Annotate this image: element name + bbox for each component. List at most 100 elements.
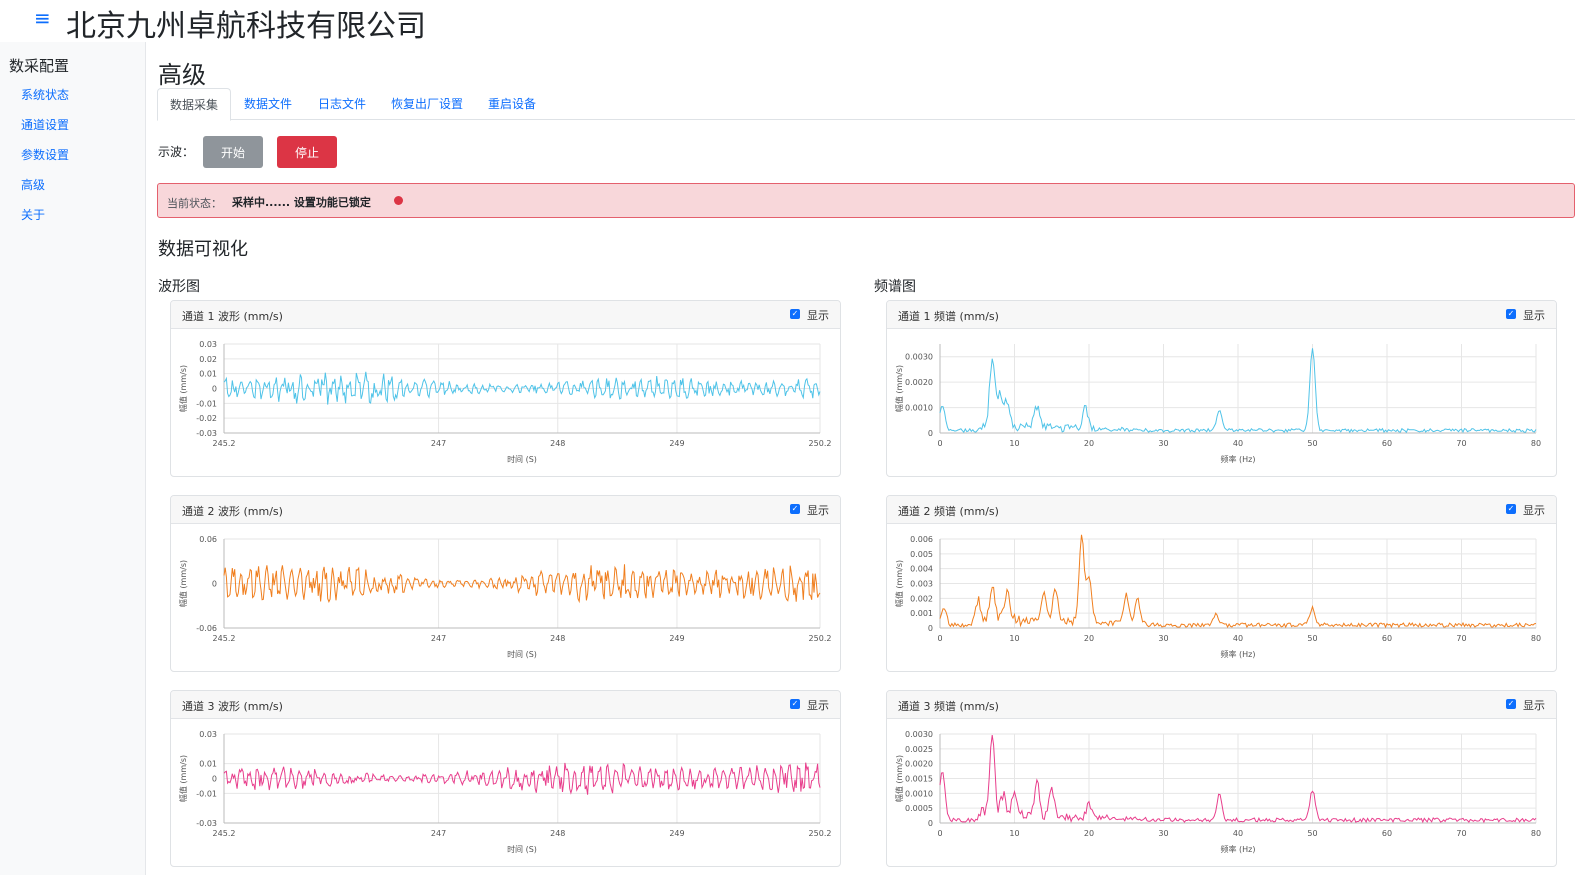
y-axis-label: 幅值 (mm/s) xyxy=(894,755,904,802)
x-tick-label: 0 xyxy=(937,634,942,643)
y-tick-label: 0.0010 xyxy=(905,789,933,798)
x-tick-label: 50 xyxy=(1307,439,1317,448)
card-header: 通道 2 波形 (mm/s) ✓ 显示 xyxy=(171,496,840,524)
show-label: 显示 xyxy=(1523,504,1545,517)
sidebar-item-channel-settings[interactable]: 通道设置 xyxy=(21,116,69,133)
x-tick-label: 30 xyxy=(1158,829,1168,838)
spectrum-chart-ch2: 0.006 0.005 0.004 0.003 0.002 0.001 00 10 20 30 40… xyxy=(894,534,1541,659)
sidebar-item-about[interactable]: 关于 xyxy=(21,206,45,223)
x-tick-label: 40 xyxy=(1233,634,1243,643)
x-tick-label: 249 xyxy=(669,439,684,448)
spectrum-column-title: 频谱图 xyxy=(874,279,916,295)
tab-data-files[interactable]: 数据文件 xyxy=(232,88,304,120)
sidebar-item-advanced[interactable]: 高级 xyxy=(21,176,45,193)
x-tick-label: 60 xyxy=(1382,439,1392,448)
tab-data-acquisition[interactable]: 数据采集 xyxy=(157,88,232,121)
y-tick-label: 0.001 xyxy=(910,609,933,618)
y-tick-label: 0 xyxy=(212,580,217,589)
tab-log-files[interactable]: 日志文件 xyxy=(306,88,378,120)
x-tick-label: 70 xyxy=(1456,829,1466,838)
start-button[interactable]: 开始 xyxy=(203,136,263,168)
x-tick-label: 40 xyxy=(1233,439,1243,448)
x-tick-label: 248 xyxy=(550,634,565,643)
waveform-card-ch3: 通道 3 波形 (mm/s) ✓ 显示 0.03 0.01 0 -0.01 -0.03 2… xyxy=(170,690,841,867)
card-header: 通道 3 波形 (mm/s) ✓ 显示 xyxy=(171,691,840,719)
x-axis-label: 频率 (Hz) xyxy=(1221,454,1256,464)
x-axis-label: 频率 (Hz) xyxy=(1221,844,1256,854)
x-tick-label: 248 xyxy=(550,829,565,838)
x-tick-label: 249 xyxy=(669,634,684,643)
show-checkbox[interactable]: ✓ xyxy=(1506,309,1516,319)
y-tick-label: 0.006 xyxy=(910,535,933,544)
show-checkbox[interactable]: ✓ xyxy=(1506,504,1516,514)
visualization-title: 数据可视化 xyxy=(158,239,248,260)
tab-reboot-device[interactable]: 重启设备 xyxy=(476,88,548,120)
y-axis-label: 幅值 (mm/s) xyxy=(894,560,904,607)
x-tick-label: 30 xyxy=(1158,439,1168,448)
show-label: 显示 xyxy=(807,699,829,712)
y-tick-label: 0.06 xyxy=(199,535,217,544)
card-header: 通道 1 频谱 (mm/s) ✓ 显示 xyxy=(887,301,1556,329)
y-tick-label: 0.0020 xyxy=(905,378,933,387)
y-tick-label: 0.03 xyxy=(199,730,217,739)
x-tick-label: 80 xyxy=(1531,829,1541,838)
y-tick-label: 0.0020 xyxy=(905,760,933,769)
y-tick-label: 0.0005 xyxy=(905,804,933,813)
chart-title: 通道 2 频谱 (mm/s) xyxy=(898,505,999,518)
scope-label: 示波： xyxy=(158,145,195,159)
card-header: 通道 2 频谱 (mm/s) ✓ 显示 xyxy=(887,496,1556,524)
x-tick-label: 247 xyxy=(431,439,446,448)
y-tick-label: 0.02 xyxy=(199,355,217,364)
x-tick-label: 10 xyxy=(1009,439,1019,448)
waveform-column-title: 波形图 xyxy=(158,279,200,295)
chart-title: 通道 1 频谱 (mm/s) xyxy=(898,310,999,323)
x-tick-label: 250.2 xyxy=(809,634,832,643)
y-tick-label: 0 xyxy=(928,819,933,828)
waveform-chart-ch1: 0.03 0.02 0.01 0 -0.01 -0.02 -0.03245.2 247 248 2… xyxy=(178,340,832,464)
x-tick-label: 10 xyxy=(1009,634,1019,643)
waveform-chart-ch2: 0.06 0 -0.06245.2 247 248 249 250.2 时间 (S) 幅值 (m… xyxy=(178,535,832,659)
show-checkbox[interactable]: ✓ xyxy=(1506,699,1516,709)
status-indicator-dot xyxy=(394,196,403,205)
chart-title: 通道 3 波形 (mm/s) xyxy=(182,700,283,713)
stop-button[interactable]: 停止 xyxy=(277,136,337,168)
y-tick-label: 0 xyxy=(212,775,217,784)
x-axis-label: 时间 (S) xyxy=(507,649,537,659)
show-label: 显示 xyxy=(807,309,829,322)
y-tick-label: 0 xyxy=(928,624,933,633)
sidebar-item-system-status[interactable]: 系统状态 xyxy=(21,86,69,103)
x-tick-label: 10 xyxy=(1009,829,1019,838)
sidebar: 数采配置 系统状态 通道设置 参数设置 高级 关于 xyxy=(0,42,146,875)
y-tick-label: -0.03 xyxy=(196,429,217,438)
y-tick-label: 0.01 xyxy=(199,760,217,769)
show-checkbox[interactable]: ✓ xyxy=(790,309,800,319)
y-axis-label: 幅值 (mm/s) xyxy=(178,560,188,607)
y-tick-label: 0.0030 xyxy=(905,353,933,362)
x-tick-label: 247 xyxy=(431,634,446,643)
x-tick-label: 250.2 xyxy=(809,829,832,838)
sidebar-heading: 数采配置 xyxy=(9,57,70,75)
chart-title: 通道 1 波形 (mm/s) xyxy=(182,310,283,323)
spectrum-card-ch3: 通道 3 频谱 (mm/s) ✓ 显示 0.0030 0.0025 0.0020 0.… xyxy=(886,690,1557,867)
x-tick-label: 60 xyxy=(1382,829,1392,838)
hamburger-menu-icon[interactable]: ≡ xyxy=(34,8,51,28)
show-checkbox[interactable]: ✓ xyxy=(790,504,800,514)
x-tick-label: 20 xyxy=(1084,634,1094,643)
tab-bar: 数据采集 数据文件 日志文件 恢复出厂设置 重启设备 xyxy=(157,88,1575,121)
y-tick-label: 0.03 xyxy=(199,340,217,349)
x-tick-label: 0 xyxy=(937,829,942,838)
spectrum-chart-ch3: 0.0030 0.0025 0.0020 0.0015 0.0010 0.0005 00 10… xyxy=(894,730,1541,854)
status-text: 采样中...... 设置功能已锁定 xyxy=(232,196,371,209)
card-header: 通道 3 频谱 (mm/s) ✓ 显示 xyxy=(887,691,1556,719)
sidebar-item-parameter-settings[interactable]: 参数设置 xyxy=(21,146,69,163)
x-tick-label: 20 xyxy=(1084,829,1094,838)
x-tick-label: 245.2 xyxy=(213,634,236,643)
show-checkbox[interactable]: ✓ xyxy=(790,699,800,709)
y-tick-label: -0.01 xyxy=(196,789,217,798)
x-axis-label: 频率 (Hz) xyxy=(1221,649,1256,659)
show-label: 显示 xyxy=(1523,699,1545,712)
x-tick-label: 250.2 xyxy=(809,439,832,448)
tab-factory-reset[interactable]: 恢复出厂设置 xyxy=(379,88,475,120)
waveform-card-ch1: 通道 1 波形 (mm/s) ✓ 显示 0.03 0.02 0.01 0 -0.01 -0… xyxy=(170,300,841,477)
top-bar: ≡ 北京九州卓航科技有限公司 xyxy=(0,0,1575,44)
